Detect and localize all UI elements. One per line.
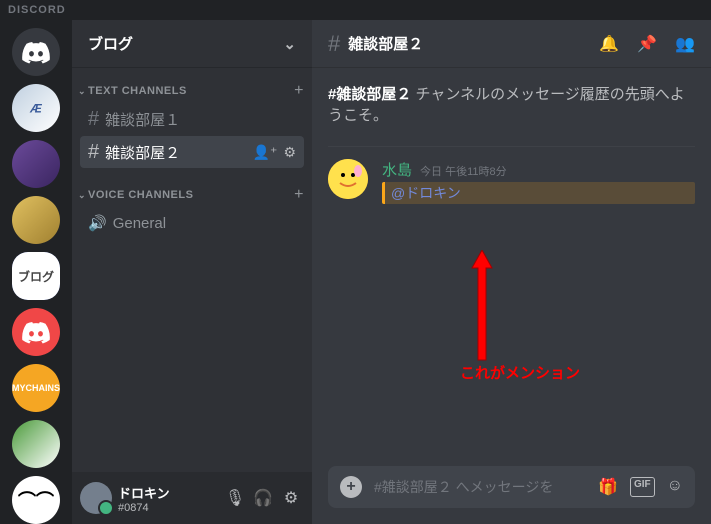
server-sidebar: Æ ブログ MYCHAINS ⌒⌒ (0, 20, 72, 524)
hash-icon: # (88, 141, 99, 164)
annotation-arrow (462, 250, 502, 370)
user-panel: ドロキン #0874 🎙 🎧 ⚙ (72, 472, 312, 524)
message: 水島 今日 午後11時8分 @ドロキン これがメンション (328, 159, 695, 204)
text-channel-item[interactable]: # 雑談部屋１ (80, 103, 304, 135)
channel-sidebar: ブログ ⌄ ⌄ TEXT CHANNELS + # 雑談部屋１ # 雑談部屋２ (72, 20, 312, 524)
server-name: ブログ (88, 33, 133, 54)
text-channel-item-active[interactable]: # 雑談部屋２ 👤⁺ ⚙ (80, 136, 304, 168)
message-input[interactable] (374, 479, 586, 495)
add-channel-icon[interactable]: + (294, 82, 304, 100)
caret-down-icon: ⌄ (78, 190, 86, 201)
user-name: ドロキン (118, 483, 216, 502)
chevron-down-icon: ⌄ (283, 35, 296, 53)
server-item[interactable] (12, 420, 60, 468)
add-attachment-button[interactable]: + (340, 476, 362, 498)
chat-header: # 雑談部屋２ 🔔 📌 👥 (312, 20, 711, 68)
bell-icon[interactable]: 🔔 (599, 34, 619, 54)
discord-logo-icon (22, 318, 50, 346)
deafen-icon[interactable]: 🎧 (250, 485, 276, 511)
svg-text:Æ: Æ (29, 103, 42, 116)
invite-icon[interactable]: 👤⁺ (253, 144, 278, 161)
chat-messages[interactable]: #雑談部屋２ チャンネルのメッセージ履歴の先頭へようこそ。 水島 今日 午後11… (312, 68, 711, 466)
user-tag: #0874 (118, 502, 216, 514)
server-item[interactable] (12, 308, 60, 356)
titlebar: DISCORD (0, 0, 711, 20)
members-icon[interactable]: 👥 (675, 34, 695, 54)
server-item[interactable]: Æ (12, 84, 60, 132)
channel-title: 雑談部屋２ (348, 33, 423, 54)
annotation-label: これがメンション (460, 362, 580, 383)
message-author[interactable]: 水島 (382, 159, 412, 180)
user-avatar[interactable] (80, 482, 112, 514)
message-timestamp: 今日 午後11時8分 (420, 163, 507, 179)
hash-icon: # (88, 108, 99, 131)
chat-area: # 雑談部屋２ 🔔 📌 👥 #雑談部屋２ チャンネルのメッセージ履歴の先頭へよう… (312, 20, 711, 524)
gift-icon[interactable]: 🎁 (598, 477, 618, 497)
mention-pill[interactable]: @ドロキン (382, 182, 695, 204)
speaker-icon: 🔊 (88, 214, 107, 232)
pin-icon[interactable]: 📌 (637, 34, 657, 54)
add-channel-icon[interactable]: + (294, 186, 304, 204)
voice-channel-item[interactable]: 🔊 General (80, 207, 304, 239)
server-item[interactable]: MYCHAINS (12, 364, 60, 412)
mute-icon[interactable]: 🎙 (222, 485, 248, 511)
discord-logo-icon (22, 38, 50, 66)
gear-icon[interactable]: ⚙ (283, 144, 296, 161)
message-input-bar: + 🎁 GIF ☺ (328, 466, 695, 508)
server-header[interactable]: ブログ ⌄ (72, 20, 312, 68)
home-button[interactable] (12, 28, 60, 76)
divider (328, 146, 695, 147)
server-item[interactable] (12, 196, 60, 244)
emoji-icon[interactable]: ☺ (667, 477, 683, 497)
server-item[interactable]: ⌒⌒ (12, 476, 60, 524)
category-text-channels[interactable]: ⌄ TEXT CHANNELS + (72, 76, 312, 102)
caret-down-icon: ⌄ (78, 86, 86, 97)
hash-icon: # (328, 31, 340, 57)
settings-icon[interactable]: ⚙ (278, 485, 304, 511)
category-voice-channels[interactable]: ⌄ VOICE CHANNELS + (72, 180, 312, 206)
server-item-selected[interactable]: ブログ (12, 252, 60, 300)
welcome-message: #雑談部屋２ チャンネルのメッセージ履歴の先頭へようこそ。 (328, 84, 695, 126)
message-avatar[interactable] (328, 159, 368, 199)
gif-button[interactable]: GIF (630, 477, 655, 497)
server-item[interactable] (12, 140, 60, 188)
